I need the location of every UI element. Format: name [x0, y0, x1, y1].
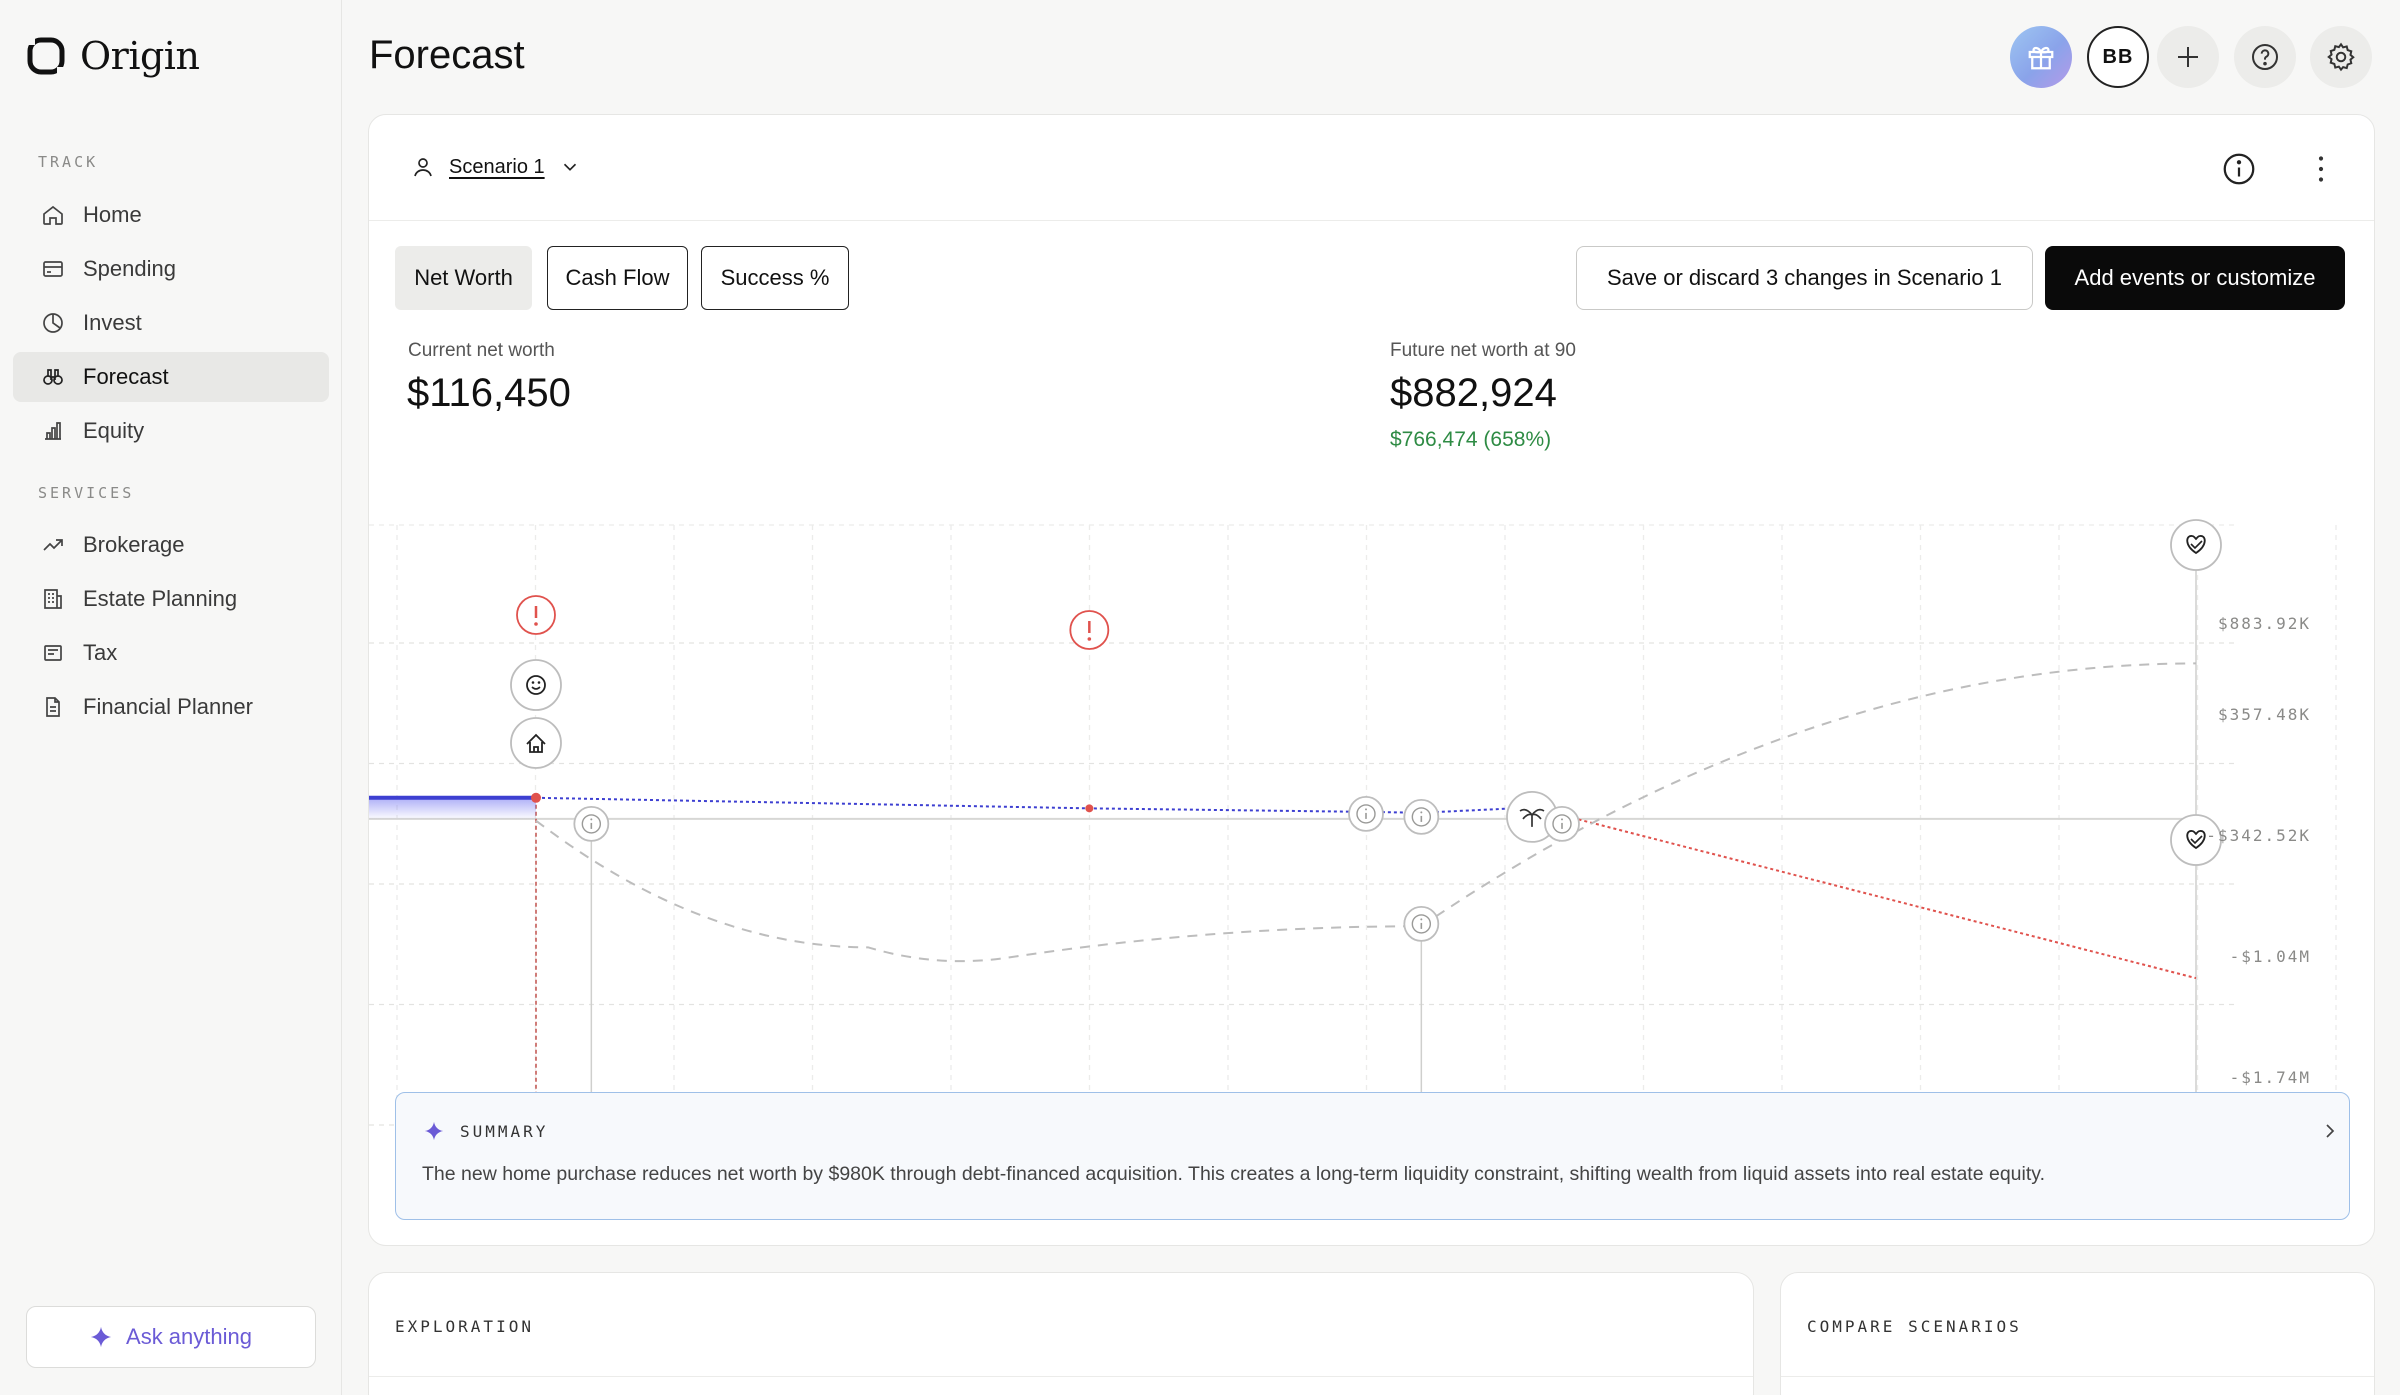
sidebar-item-label: Invest: [83, 310, 142, 335]
compare-scenarios-card: COMPARE SCENARIOS: [1780, 1272, 2375, 1395]
tab-net-worth[interactable]: Net Worth: [395, 246, 532, 310]
summary-header: SUMMARY: [424, 1121, 548, 1141]
gift-button[interactable]: [2010, 26, 2072, 88]
y-tick-label: -$1.74M: [2230, 1068, 2311, 1087]
data-point: [1085, 804, 1094, 813]
divider: [1781, 1376, 2374, 1377]
section-label-services: SERVICES: [38, 484, 135, 502]
future-net-worth-value: $882,924: [1390, 371, 1557, 415]
sidebar-item-equity[interactable]: Equity: [13, 406, 329, 456]
summary-text: The new home purchase reduces net worth …: [422, 1163, 2045, 1185]
sidebar-item-label: Spending: [83, 256, 176, 281]
info-icon: [1403, 799, 1440, 835]
question-icon: [2252, 44, 2278, 70]
add-button[interactable]: [2157, 26, 2219, 88]
avatar[interactable]: BB: [2087, 26, 2149, 88]
gear-icon: [2327, 42, 2355, 72]
sidebar-item-label: Home: [83, 202, 142, 227]
alert-icon: [1069, 610, 1110, 650]
settings-button[interactable]: [2310, 26, 2372, 88]
house-icon: [510, 717, 562, 769]
binoculars-icon: [43, 369, 63, 385]
exploration-label: EXPLORATION: [395, 1317, 534, 1336]
gift-icon: [2028, 46, 2054, 70]
y-tick-label: $357.48K: [2218, 705, 2311, 724]
scenario-name: Scenario 1: [449, 155, 545, 178]
data-point: [531, 792, 541, 803]
sidebar-item-financial-planner[interactable]: Financial Planner: [13, 682, 329, 732]
y-tick-label: -$342.52K: [2206, 826, 2311, 845]
future-net-worth-change: $766,474 (658%): [1390, 428, 1552, 451]
heart-icon: [2170, 519, 2222, 571]
sidebar-item-label: Equity: [83, 418, 145, 443]
chevron-down-icon: [563, 163, 576, 171]
history-fill: [369, 797, 536, 820]
sidebar-item-spending[interactable]: Spending: [13, 244, 329, 294]
y-tick-label: -$1.04M: [2230, 947, 2311, 966]
sidebar-item-brokerage[interactable]: Brokerage: [13, 520, 329, 570]
document-icon: [46, 697, 60, 717]
page-title: Forecast: [369, 33, 525, 77]
sidebar-item-tax[interactable]: Tax: [13, 628, 329, 678]
tab-success[interactable]: Success %: [701, 246, 849, 310]
forecast-card: Scenario 1 Net Worth Cash Flow Success %…: [368, 114, 2375, 1246]
pie-chart-icon: [43, 313, 63, 333]
sidebar-item-label: Brokerage: [83, 532, 185, 557]
chart-series: [369, 662, 2197, 980]
sparkle-icon: [90, 1326, 112, 1348]
app-name: Origin: [80, 34, 200, 78]
tab-cash-flow[interactable]: Cash Flow: [547, 246, 688, 310]
info-icon: [1348, 796, 1384, 832]
receipt-icon: [44, 645, 62, 661]
sidebar-item-invest[interactable]: Invest: [13, 298, 329, 348]
sidebar-item-forecast[interactable]: Forecast: [13, 352, 329, 402]
ask-anything-label: Ask anything: [126, 1324, 252, 1349]
sidebar-item-label: Tax: [83, 640, 118, 665]
summary-panel[interactable]: SUMMARY The new home purchase reduces ne…: [395, 1092, 2350, 1220]
sidebar-item-label: Forecast: [83, 364, 169, 389]
sidebar-item-estate-planning[interactable]: Estate Planning: [13, 574, 329, 624]
user-icon: [414, 158, 432, 177]
info-icon: [1544, 806, 1580, 842]
info-icon: [573, 806, 610, 842]
ask-anything-button[interactable]: Ask anything: [26, 1306, 316, 1368]
plus-icon: [2178, 47, 2198, 67]
current-net-worth-label: Current net worth: [408, 340, 555, 361]
exploration-card: EXPLORATION: [368, 1272, 1754, 1395]
alert-icon: [516, 595, 556, 635]
info-icon: [1403, 906, 1440, 942]
origin-logo-icon: [26, 36, 66, 76]
building-icon: [44, 589, 62, 609]
sidebar-item-label: Financial Planner: [83, 694, 253, 719]
info-icon[interactable]: [2221, 151, 2257, 187]
sparkle-icon: [424, 1121, 444, 1141]
bar-chart-icon: [45, 422, 61, 440]
divider: [369, 1376, 1753, 1377]
save-discard-button[interactable]: Save or discard 3 changes in Scenario 1: [1576, 246, 2033, 310]
credit-card-icon: [43, 261, 63, 277]
home-icon: [43, 205, 63, 225]
trend-up-icon: [43, 539, 63, 551]
card-header: Scenario 1: [369, 115, 2374, 221]
chart-axes: [369, 535, 2197, 1125]
compare-scenarios-label: COMPARE SCENARIOS: [1807, 1317, 2022, 1336]
current-net-worth-value: $116,450: [407, 371, 571, 415]
y-tick-label: $883.92K: [2218, 614, 2311, 633]
smile-icon: [510, 659, 562, 711]
more-vertical-icon[interactable]: [2303, 151, 2339, 187]
section-label-track: TRACK: [38, 153, 99, 171]
chevron-right-icon[interactable]: [2318, 1119, 2342, 1143]
sidebar-item-home[interactable]: Home: [13, 190, 329, 240]
series-line-1: [1531, 806, 2197, 980]
summary-label: SUMMARY: [460, 1121, 549, 1141]
future-net-worth-label: Future net worth at 90: [1390, 340, 1576, 361]
app-logo[interactable]: Origin: [26, 34, 200, 78]
sidebar-item-label: Estate Planning: [83, 586, 238, 611]
scenario-selector[interactable]: Scenario 1: [411, 155, 581, 179]
sidebar: Origin TRACK Home Spending Invest Foreca…: [0, 0, 342, 1395]
help-button[interactable]: [2234, 26, 2296, 88]
add-events-button[interactable]: Add events or customize: [2045, 246, 2345, 310]
